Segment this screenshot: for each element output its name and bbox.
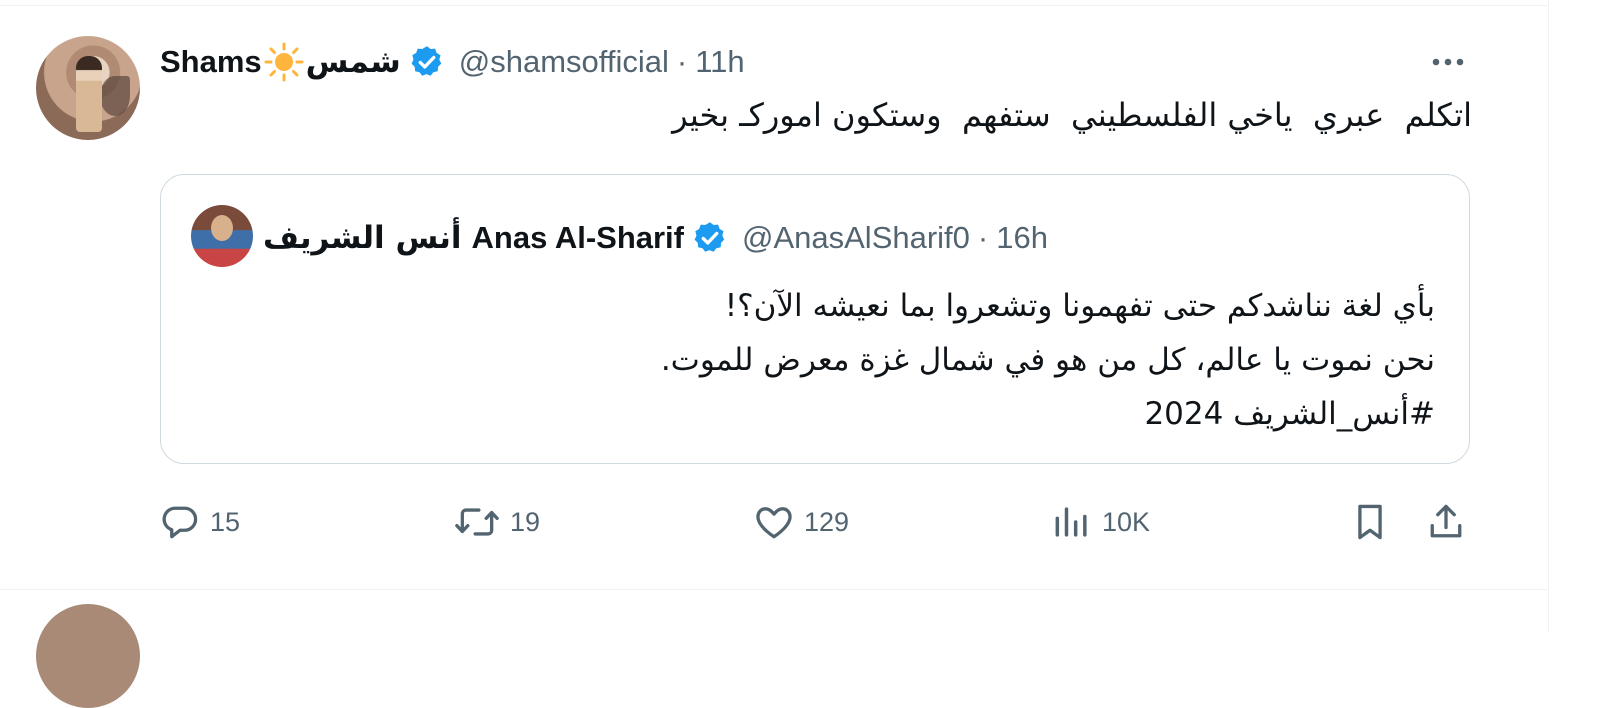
like-button[interactable]: 129 (752, 500, 849, 544)
quoted-tweet-timestamp[interactable]: 16h (996, 220, 1048, 256)
tweet-divider (0, 589, 1548, 590)
quoted-text-hashtag[interactable]: #أنس_الشريف 2024 (661, 387, 1435, 441)
verified-badge-icon (692, 220, 728, 256)
views-button[interactable]: 10K (1050, 500, 1150, 544)
separator-dot: · (977, 220, 989, 255)
quoted-text-line: نحن نموت يا عالم، كل من هو في شمال غزة م… (660, 342, 1435, 378)
avatar-figure (76, 56, 102, 132)
next-tweet-avatar[interactable] (36, 604, 140, 708)
reply-icon (162, 506, 198, 539)
top-divider (0, 5, 1548, 6)
avatar-face (211, 215, 233, 241)
author-handle[interactable]: @shamsofficial (459, 44, 669, 80)
quoted-text-line: بأي لغة نناشدكم حتى تفهمونا وتشعروا بما … (724, 288, 1435, 324)
quoted-tweet-header: أنس الشريف Anas Al-Sharif @AnasAlSharif0… (263, 213, 1048, 263)
like-icon (756, 507, 792, 539)
views-icon (1055, 507, 1087, 537)
sun-emoji-icon (264, 42, 304, 82)
retweet-count: 19 (510, 506, 541, 537)
quoted-author-avatar[interactable] (191, 205, 253, 267)
author-name[interactable]: Shams (160, 44, 262, 80)
separator-dot: · (676, 44, 688, 79)
like-count: 129 (804, 506, 850, 537)
avatar-decoration (100, 76, 130, 116)
timeline-border (1548, 0, 1549, 632)
bookmark-icon (1358, 504, 1382, 540)
retweet-button[interactable]: 19 (452, 500, 540, 544)
bookmark-button[interactable] (1348, 500, 1392, 544)
quoted-author-name[interactable]: Anas Al-Sharif (472, 220, 684, 256)
tweet-text: اتكلم عبري ياخي الفلسطيني ستفهم وستكون ا… (672, 96, 1472, 134)
reply-count: 15 (210, 506, 241, 537)
quoted-author-name-arabic[interactable]: أنس الشريف (263, 220, 462, 256)
quoted-tweet[interactable]: أنس الشريف Anas Al-Sharif @AnasAlSharif0… (160, 174, 1470, 464)
more-icon[interactable] (1426, 48, 1470, 76)
author-avatar[interactable] (36, 36, 140, 140)
verified-badge-icon (409, 44, 445, 80)
quoted-author-handle[interactable]: @AnasAlSharif0 (742, 220, 970, 256)
quoted-tweet-text: بأي لغة نناشدكم حتى تفهمونا وتشعروا بما … (661, 279, 1435, 441)
share-icon (1430, 504, 1462, 538)
share-button[interactable] (1424, 500, 1468, 544)
retweet-icon (455, 508, 499, 536)
views-count: 10K (1102, 506, 1151, 537)
tweet-timestamp[interactable]: 11h (695, 44, 744, 80)
author-name-arabic[interactable]: شمس (306, 44, 401, 80)
reply-button[interactable]: 15 (158, 500, 240, 544)
tweet-header: Shams شمس @shamsofficial · 11h (160, 40, 745, 84)
